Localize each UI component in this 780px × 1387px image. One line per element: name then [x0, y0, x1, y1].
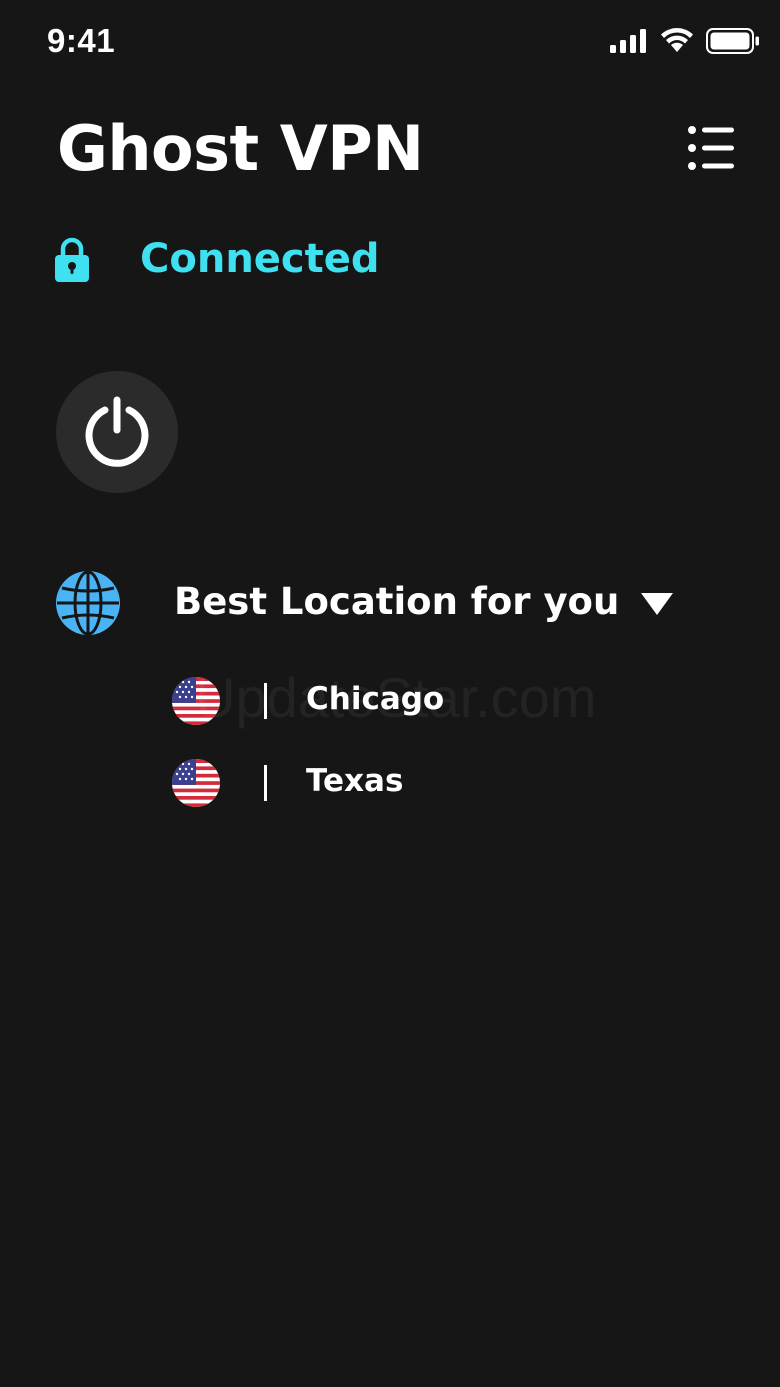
cellular-signal-icon	[610, 29, 646, 53]
menu-list-icon	[688, 126, 734, 170]
us-flag-icon	[172, 677, 220, 725]
power-button[interactable]	[56, 371, 178, 493]
status-time: 9:41	[47, 22, 116, 59]
location-label: Best Location for you	[174, 580, 620, 623]
status-bar: 9:41	[0, 0, 780, 84]
globe-icon	[56, 570, 120, 636]
app-title: Ghost VPN	[57, 112, 424, 185]
menu-button[interactable]	[682, 122, 740, 174]
server-divider	[264, 683, 267, 719]
server-item-texas[interactable]: Texas	[172, 759, 492, 809]
battery-icon	[706, 28, 759, 54]
server-item-chicago[interactable]: Chicago	[172, 677, 492, 727]
wifi-icon	[661, 28, 693, 52]
server-name: Texas	[306, 763, 404, 799]
connection-status-text: Connected	[140, 236, 380, 282]
status-icons	[610, 28, 760, 54]
server-name: Chicago	[306, 681, 445, 717]
power-icon	[85, 396, 149, 467]
server-divider	[264, 765, 267, 801]
lock-icon	[55, 237, 89, 282]
location-selector[interactable]: Best Location for you	[55, 570, 695, 636]
us-flag-icon	[172, 759, 220, 807]
dropdown-triangle-icon	[641, 593, 673, 615]
connection-status: Connected	[54, 235, 380, 283]
